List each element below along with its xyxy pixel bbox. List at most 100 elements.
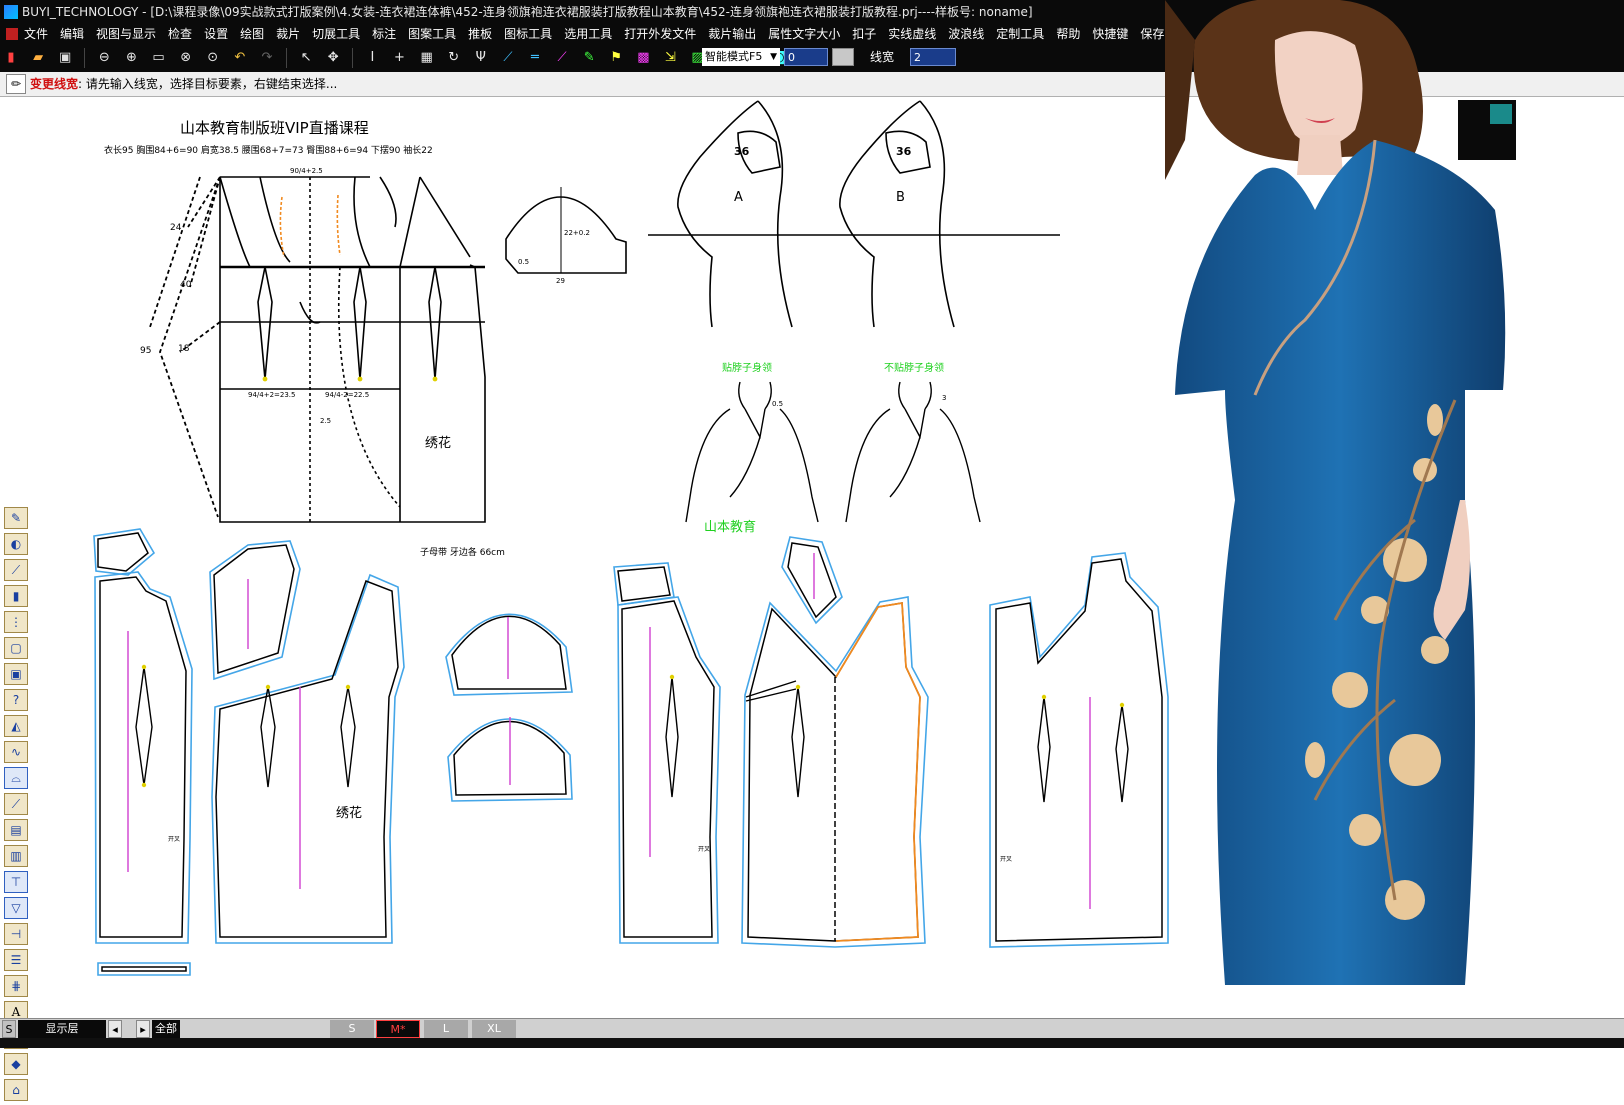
sleeve-cap-label: 0.5	[518, 258, 529, 266]
save-icon[interactable]: ▣	[55, 48, 75, 68]
menu-solid-dashed[interactable]: 实线虚线	[888, 24, 936, 44]
draw-line-icon[interactable]: ⟋	[4, 559, 28, 581]
triangle-icon[interactable]: ▽	[4, 897, 28, 919]
multi-color-icon[interactable]: ⚑	[606, 48, 626, 68]
body-figure-a[interactable]	[677, 100, 793, 328]
zoom-out-icon[interactable]: ⊖	[94, 48, 114, 68]
menu-pieces[interactable]: 裁片	[276, 24, 300, 44]
draw-line-icon[interactable]: ⟋	[552, 48, 572, 68]
cross-icon[interactable]: +	[390, 48, 410, 68]
text-cursor-icon[interactable]: I	[362, 48, 382, 68]
pattern-darts[interactable]	[135, 666, 1129, 803]
stack-icon[interactable]: ☰	[4, 949, 28, 971]
collar-sketch-b[interactable]	[845, 381, 981, 523]
layers-icon[interactable]: ▥	[4, 845, 28, 867]
menu-annotate[interactable]: 标注	[372, 24, 396, 44]
menu-check[interactable]: 检查	[168, 24, 192, 44]
embroidery-label: 绣花	[336, 805, 362, 821]
menu-buttons[interactable]: 扣子	[852, 24, 876, 44]
sleeve-height-label: 22+0.2	[564, 229, 590, 237]
zoom-window-icon[interactable]: ▭	[149, 48, 169, 68]
notch-icon[interactable]: ⊤	[4, 871, 28, 893]
menu-wave-line[interactable]: 波浪线	[948, 24, 984, 44]
ruler-icon[interactable]: ▮	[4, 585, 28, 607]
line-width-input[interactable]: 2	[910, 48, 956, 66]
frame-icon[interactable]: ▢	[4, 637, 28, 659]
menu-custom-tools[interactable]: 定制工具	[996, 24, 1044, 44]
course-title: 山本教育制版班VIP直播课程	[180, 119, 369, 137]
trident-icon[interactable]: Ψ	[471, 48, 491, 68]
menu-select-tools[interactable]: 选用工具	[564, 24, 612, 44]
open-folder-icon[interactable]: ▰	[28, 48, 48, 68]
angle-line-icon[interactable]: ⟋	[498, 48, 518, 68]
system-menu-icon[interactable]	[6, 28, 18, 40]
redo-icon[interactable]: ↷	[257, 48, 277, 68]
menu-grading[interactable]: 推板	[468, 24, 492, 44]
align-icon[interactable]: ⊣	[4, 923, 28, 945]
body-figure-b[interactable]	[839, 100, 955, 328]
label-icon[interactable]: ◆	[4, 1053, 28, 1075]
save-piece-icon[interactable]: ▤	[4, 819, 28, 841]
menu-settings[interactable]: 设置	[204, 24, 228, 44]
help-icon[interactable]: ?	[4, 689, 28, 711]
menu-shortcuts[interactable]: 快捷键	[1092, 24, 1128, 44]
mode-select[interactable]: 智能模式F5 ▼	[702, 48, 780, 66]
wave-icon[interactable]: ∿	[4, 741, 28, 763]
zoom-in-icon[interactable]: ⊕	[121, 48, 141, 68]
menu-slash-spread[interactable]: 切展工具	[312, 24, 360, 44]
value-input[interactable]: 0	[784, 48, 828, 66]
all-layers-button[interactable]: 全部	[152, 1020, 180, 1038]
rotate-icon[interactable]: ↻	[444, 48, 464, 68]
grid-lines-icon[interactable]: ⋕	[4, 975, 28, 997]
menu-view-display[interactable]: 视图与显示	[96, 24, 156, 44]
zoom-selected-icon[interactable]: ⊙	[203, 48, 223, 68]
draw-curve-icon[interactable]: ✎	[4, 507, 28, 529]
layer-next-button[interactable]: ▸	[136, 1020, 150, 1038]
status-s-cell: S	[2, 1020, 16, 1038]
menu-attr-text-size[interactable]: 属性文字大小	[768, 24, 840, 44]
menu-open-external[interactable]: 打开外发文件	[624, 24, 696, 44]
menu-help[interactable]: 帮助	[1056, 24, 1080, 44]
size-cell-s[interactable]: S	[330, 1020, 374, 1038]
draw-arc-icon[interactable]: ◐	[4, 533, 28, 555]
undo-icon[interactable]: ↶	[230, 48, 250, 68]
side-length-label: 40	[180, 280, 192, 290]
home-icon[interactable]: ⌂	[4, 1079, 28, 1101]
select-arrow-icon[interactable]: ↖	[296, 48, 316, 68]
orange-facing-line[interactable]	[336, 194, 341, 256]
orange-selected-piece[interactable]	[835, 601, 921, 942]
menu-file[interactable]: 文件	[24, 24, 48, 44]
color-palette-icon[interactable]: ▩	[633, 48, 653, 68]
move-icon[interactable]: ✥	[323, 48, 343, 68]
layer-prev-button[interactable]: ◂	[108, 1020, 122, 1038]
parallel-line-icon[interactable]: ═	[525, 48, 545, 68]
menu-draw[interactable]: 绘图	[240, 24, 264, 44]
menu-icon-tools[interactable]: 图标工具	[504, 24, 552, 44]
rectangle-icon[interactable]: ▣	[4, 663, 28, 685]
knife-icon[interactable]: ⟋	[4, 793, 28, 815]
arc-tool-icon[interactable]: ⌓	[4, 767, 28, 789]
neck	[1297, 135, 1343, 175]
main-draft[interactable]	[219, 176, 486, 523]
size-cell-l[interactable]: L	[424, 1020, 468, 1038]
confirm-button[interactable]	[832, 48, 854, 66]
fill-bucket-icon[interactable]: ◭	[4, 715, 28, 737]
split-icon[interactable]: ⋮	[4, 611, 28, 633]
pattern-pieces[interactable]	[97, 532, 1163, 972]
menu-pattern-tools[interactable]: 图案工具	[408, 24, 456, 44]
dress-illustration	[1165, 0, 1506, 985]
collar-offset-label: 3	[942, 394, 946, 402]
size-cell-m-current[interactable]: M*	[376, 1020, 420, 1038]
menu-piece-output[interactable]: 裁片输出	[708, 24, 756, 44]
menu-edit[interactable]: 编辑	[60, 24, 84, 44]
side-length-label: 18	[178, 344, 190, 354]
size-cell-xl[interactable]: XL	[472, 1020, 516, 1038]
measure-icon[interactable]: ⇲	[660, 48, 680, 68]
color-pen-icon[interactable]: ✎	[579, 48, 599, 68]
collar-sketch-a[interactable]	[685, 381, 819, 523]
grid-icon[interactable]: ▦	[417, 48, 437, 68]
new-file-icon[interactable]: ▮	[1, 48, 21, 68]
zoom-fit-icon[interactable]: ⊗	[176, 48, 196, 68]
seam-note: 子母带 牙边各 66cm	[420, 546, 505, 558]
neck-formula: 90/4+2.5	[290, 167, 323, 175]
